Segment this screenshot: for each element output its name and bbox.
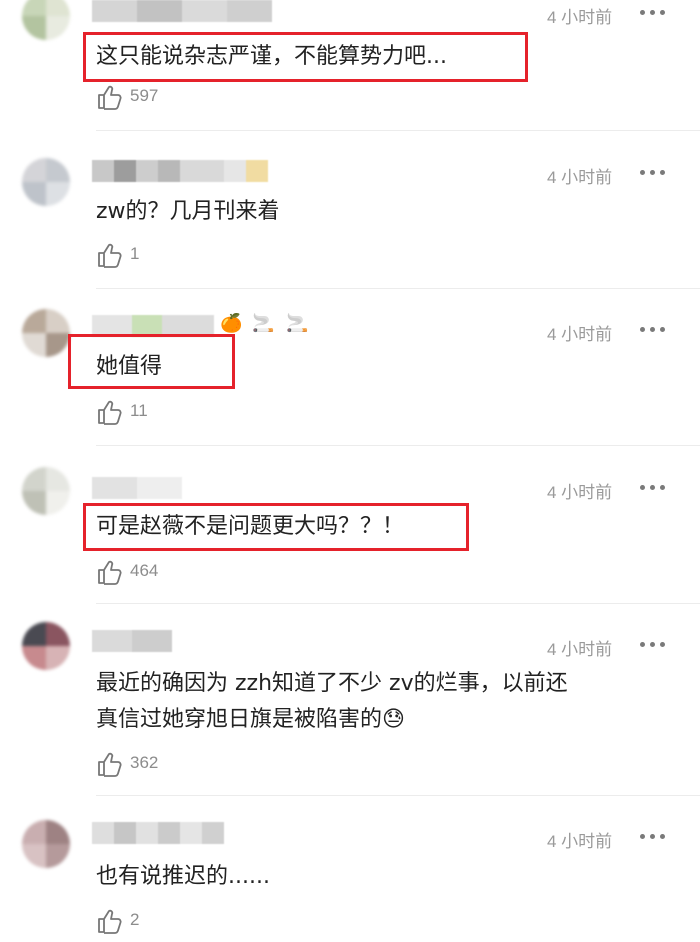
comment-text-line2: 真信过她穿旭日旗是被陷害的 — [96, 707, 383, 732]
sweat-emoji: 😓 — [382, 707, 405, 732]
thumbs-up-icon — [98, 243, 122, 268]
highlight-box — [83, 32, 528, 82]
like-count: 11 — [130, 401, 148, 420]
comment-time: 4 小时前 — [547, 832, 613, 851]
avatar[interactable] — [22, 309, 70, 357]
like-count: 1 — [130, 244, 140, 263]
like-count: 597 — [130, 86, 159, 105]
username-emoji-orange: 🍊 — [220, 313, 243, 334]
thumbs-up-icon — [98, 560, 122, 585]
comment-time: 4 小时前 — [547, 168, 613, 187]
comment-time: 4 小时前 — [547, 483, 613, 502]
comment-text-line: 真信过她穿旭日旗是被陷害的😓 — [96, 703, 405, 737]
thumbs-up-icon — [98, 85, 122, 110]
divider — [96, 130, 700, 131]
comment-time: 4 小时前 — [547, 325, 613, 344]
avatar[interactable] — [22, 0, 70, 40]
thumbs-up-icon — [98, 400, 122, 425]
divider — [96, 445, 700, 446]
divider — [96, 288, 700, 289]
more-dots-icon[interactable] — [638, 8, 668, 18]
like-count: 464 — [130, 561, 159, 580]
more-dots-icon[interactable] — [638, 325, 668, 335]
comment-text: zw的？几月刊来着 — [96, 199, 280, 224]
comment-time: 4 小时前 — [547, 640, 613, 659]
avatar[interactable] — [22, 467, 70, 515]
thumbs-up-icon — [98, 752, 122, 777]
avatar[interactable] — [22, 158, 70, 206]
more-dots-icon[interactable] — [638, 832, 668, 842]
username-emoji-cigarette: 🚬 — [252, 313, 275, 334]
divider — [96, 795, 700, 796]
divider — [96, 603, 700, 604]
username-emoji-cigarette: 🚬 — [286, 313, 309, 334]
thumbs-up-icon — [98, 909, 122, 934]
like-count: 2 — [130, 910, 140, 929]
more-dots-icon[interactable] — [638, 483, 668, 493]
comment-text: 也有说推迟的...... — [96, 864, 270, 889]
avatar[interactable] — [22, 820, 70, 868]
more-dots-icon[interactable] — [638, 168, 668, 178]
more-dots-icon[interactable] — [638, 640, 668, 650]
avatar[interactable] — [22, 622, 70, 670]
highlight-box — [68, 334, 235, 389]
like-count: 362 — [130, 753, 159, 772]
comment-text-line: 最近的确因为 zzh知道了不少 zv的烂事，以前还 — [96, 671, 568, 696]
highlight-box — [83, 503, 469, 551]
comment-time: 4 小时前 — [547, 8, 613, 27]
